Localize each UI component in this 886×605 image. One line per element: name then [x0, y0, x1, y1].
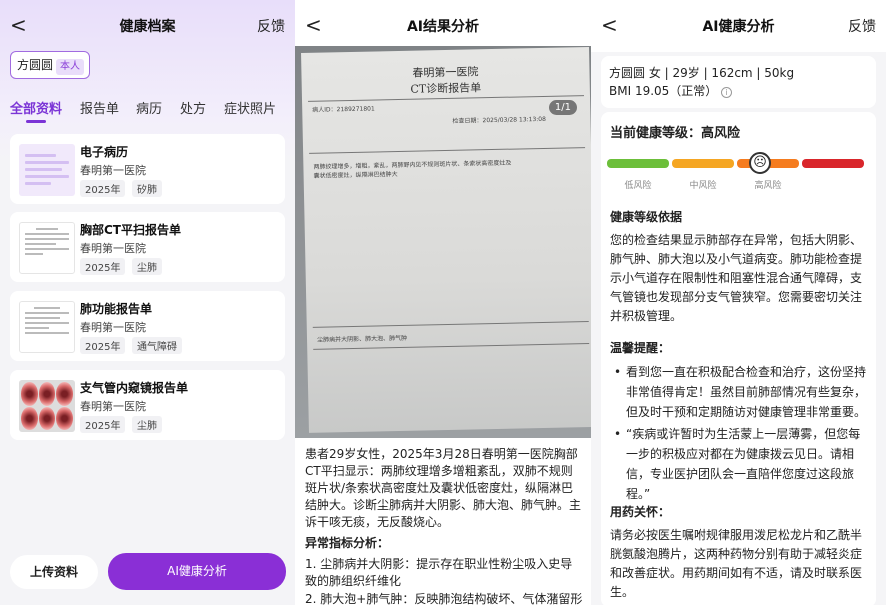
record-keyword: 尘肺	[132, 416, 162, 433]
feedback-button[interactable]: 反馈	[257, 16, 285, 36]
record-hospital: 春明第一医院	[80, 242, 146, 255]
scan-rule	[312, 321, 589, 328]
record-card[interactable]: 支气管内窥镜报告单 春明第一医院 2025年 尘肺	[10, 370, 285, 440]
tab-symptom-photos[interactable]: 症状照片	[224, 98, 276, 117]
record-card[interactable]: 胸部CT平扫报告单 春明第一医院 2025年 尘肺	[10, 212, 285, 282]
record-keyword: 尘肺	[132, 258, 162, 275]
category-tabs: 全部资料 报告单 病历 处方 症状照片	[0, 98, 295, 123]
patient-basic-info: 方圆圆 女 | 29岁 | 162cm | 50kg	[609, 66, 795, 80]
basis-heading: 健康等级依据	[610, 210, 683, 224]
patient-name: 方圆圆	[17, 58, 54, 72]
record-keyword: 通气障碍	[132, 337, 182, 354]
record-card[interactable]: 电子病历 春明第一医院 2025年 矽肺	[10, 134, 285, 204]
ai-result-screen: < AI结果分析 春明第一医院 CT诊断报告单 病人ID：2189271801 …	[295, 0, 591, 605]
scan-finding: 两肺纹理增多，增粗，紊乱，两肺野内见不规则斑片状、条索状高密度灶及囊状低密度灶，…	[313, 159, 512, 180]
active-tab-indicator	[26, 120, 46, 123]
page-title: AI结果分析	[406, 19, 480, 35]
record-year: 2025年	[80, 180, 126, 197]
risk-label-low: 低风险	[624, 181, 652, 191]
page-title: 健康档案	[119, 19, 176, 35]
bmi-value: BMI 19.05（正常）	[609, 84, 718, 98]
record-hospital: 春明第一医院	[80, 400, 146, 413]
report-summary: 患者29岁女性，2025年3月28日春明第一医院胸部CT平扫显示：两肺纹理增多增…	[305, 447, 582, 529]
abnormal-list: 1. 尘肺病并大阴影：提示存在职业性粉尘吸入史导致的肺组织纤维化 2. 肺大泡+…	[305, 556, 583, 605]
scan-date: 检查日期：2025/03/28 13:13:08	[452, 115, 546, 125]
self-badge: 本人	[56, 59, 85, 75]
tip-item: 看到您一直在积极配合检查和治疗，这份坚持非常值得肯定！虽然目前肺部情况有些复杂，…	[610, 362, 870, 422]
report-paper: 春明第一医院 CT诊断报告单 病人ID：2189271801 检查日期：2025…	[301, 46, 591, 433]
report-thumbnail	[19, 301, 75, 353]
record-keyword: 矽肺	[132, 180, 162, 197]
feedback-button[interactable]: 反馈	[848, 16, 876, 36]
page-indicator: 1/1	[548, 100, 577, 115]
page-title: AI健康分析	[702, 19, 775, 35]
scan-conclusion: 尘肺病并大阴影、肺大泡、肺气肿	[316, 334, 408, 344]
record-year: 2025年	[80, 337, 126, 354]
nav-bar: < AI结果分析	[295, 0, 591, 52]
tip-item: “疾病或许暂时为生活蒙上一层薄雾，但您每一步的积极应对都在为健康拨云见日。请相信…	[610, 424, 870, 504]
abnormal-item: 1. 尘肺病并大阴影：提示存在职业性粉尘吸入史导致的肺组织纤维化	[305, 557, 573, 588]
abnormal-heading: 异常指标分析：	[305, 536, 390, 550]
analysis-card: 当前健康等级：高风险 ☹ 低风险 中风险 高风险 健康等级依据 您的检查结果显示…	[601, 112, 876, 605]
scan-patient-id: 病人ID：2189271801	[312, 105, 375, 114]
sad-face-icon: ☹	[749, 152, 771, 174]
nav-bar: < AI健康分析 反馈	[591, 0, 886, 52]
risk-bar-severe	[802, 159, 864, 168]
patient-selector[interactable]: 方圆圆 本人	[10, 51, 90, 79]
tab-reports[interactable]: 报告单	[80, 98, 119, 117]
tab-all[interactable]: 全部资料	[10, 98, 62, 117]
upload-button[interactable]: 上传资料	[10, 555, 98, 589]
document-thumbnail	[19, 144, 75, 196]
scan-rule	[313, 343, 590, 350]
health-records-screen: < 健康档案 反馈 方圆圆 本人 全部资料 报告单 病历 处方 症状照片 电子病历…	[0, 0, 295, 605]
medication-text: 请务必按医生嘱咐规律服用泼尼松龙片和乙酰半胱氨酸泡腾片，这两种药物分别有助于减轻…	[610, 528, 863, 599]
patient-info-card: 方圆圆 女 | 29岁 | 162cm | 50kg BMI 19.05（正常）…	[601, 56, 876, 108]
record-hospital: 春明第一医院	[80, 164, 146, 177]
risk-label-high: 高风险	[754, 181, 782, 191]
risk-label-medium: 中风险	[689, 181, 717, 191]
report-photo[interactable]: 春明第一医院 CT诊断报告单 病人ID：2189271801 检查日期：2025…	[295, 46, 591, 438]
record-title: 支气管内窥镜报告单	[80, 381, 189, 395]
risk-bar-low	[607, 159, 669, 168]
endoscopy-thumbnail	[19, 380, 75, 432]
tips-heading: 温馨提醒：	[610, 341, 671, 355]
abnormal-item: 2. 肺大泡+肺气肿：反映肺泡结构破坏、气体潴留形	[305, 592, 583, 605]
ai-analysis-button[interactable]: AI健康分析	[108, 553, 286, 590]
risk-bar-medium	[672, 159, 734, 168]
record-year: 2025年	[80, 416, 126, 433]
tips-list: 看到您一直在积极配合检查和治疗，这份坚持非常值得肯定！虽然目前肺部情况有些复杂，…	[610, 362, 870, 506]
tab-prescriptions[interactable]: 处方	[180, 98, 206, 117]
nav-bar: < 健康档案 反馈	[0, 0, 295, 52]
report-thumbnail	[19, 222, 75, 274]
record-title: 肺功能报告单	[80, 302, 153, 316]
ai-health-analysis-screen: < AI健康分析 反馈 方圆圆 女 | 29岁 | 162cm | 50kg B…	[591, 0, 886, 605]
record-title: 电子病历	[80, 145, 129, 159]
medication-heading: 用药关怀：	[610, 505, 671, 519]
record-year: 2025年	[80, 258, 126, 275]
health-level: 当前健康等级：高风险	[610, 126, 741, 141]
info-icon[interactable]: i	[721, 87, 733, 98]
record-card[interactable]: 肺功能报告单 春明第一医院 2025年 通气障碍	[10, 291, 285, 361]
record-title: 胸部CT平扫报告单	[80, 223, 181, 237]
basis-text: 您的检查结果显示肺部存在异常，包括大阴影、肺气肿、肺大泡以及小气道病变。肺功能检…	[610, 233, 863, 323]
record-hospital: 春明第一医院	[80, 321, 146, 334]
scan-rule	[309, 147, 586, 154]
tab-records[interactable]: 病历	[136, 98, 162, 117]
